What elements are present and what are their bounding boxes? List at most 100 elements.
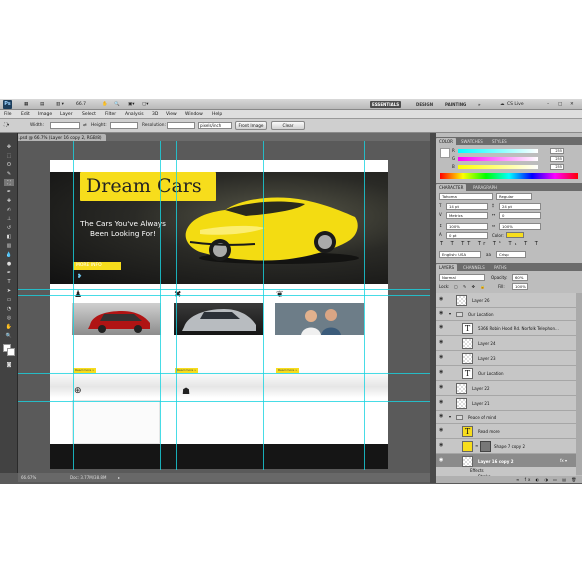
tab-channels[interactable]: CHANNELS [460, 264, 488, 271]
menu-view[interactable]: View [166, 111, 177, 118]
type-tool-icon[interactable]: T [4, 278, 14, 285]
antialias-select[interactable]: Crisp [496, 251, 526, 258]
visibility-eye-icon[interactable]: ◉ [439, 443, 445, 448]
kerning-field[interactable]: Metrics [446, 212, 488, 219]
fx-icon[interactable]: fx ▾ [560, 458, 567, 463]
visibility-eye-icon[interactable]: ◉ [439, 297, 445, 302]
path-select-tool-icon[interactable]: ➤ [4, 287, 14, 294]
brush-tool-icon[interactable]: ✍ [4, 206, 14, 213]
layer-row[interactable]: ◉ Layer 21 [436, 396, 576, 411]
dodge-tool-icon[interactable]: ● [4, 260, 14, 267]
minibridge-icon[interactable]: ▤ [40, 101, 44, 108]
font-size-field[interactable]: 14 pt [446, 203, 488, 210]
menu-analysis[interactable]: Analysis [125, 111, 144, 118]
group-disclosure-icon[interactable]: ▾ [449, 311, 451, 316]
blue-slider[interactable] [458, 165, 538, 169]
quick-select-tool-icon[interactable]: ✎ [4, 170, 14, 177]
menu-window[interactable]: Window [185, 111, 203, 118]
document-canvas[interactable]: Dream Cars The Cars You've Always Been L… [50, 160, 388, 469]
vertical-scale-field[interactable]: 100% [446, 223, 488, 230]
height-field[interactable] [110, 122, 138, 129]
menu-select[interactable]: Select [82, 111, 96, 118]
tab-swatches[interactable]: SWATCHES [458, 138, 486, 145]
extras-icon[interactable]: ▥ ▾ [56, 101, 64, 108]
workspace-essentials[interactable]: ESSENTIALS [370, 101, 402, 108]
menu-layer[interactable]: Layer [60, 111, 73, 118]
resolution-unit-select[interactable]: pixels/inch [198, 122, 232, 129]
eyedropper-tool-icon[interactable]: ✒ [4, 188, 14, 195]
quick-mask-icon[interactable]: ◙ [4, 361, 14, 368]
tab-paragraph[interactable]: PARAGRAPH [470, 184, 500, 191]
visibility-eye-icon[interactable]: ◉ [439, 355, 445, 360]
clear-button[interactable]: Clear [271, 121, 305, 130]
front-image-button[interactable]: Front Image [235, 121, 267, 130]
visibility-eye-icon[interactable]: ◉ [439, 311, 445, 316]
green-value[interactable]: 255 [550, 156, 564, 162]
layer-row[interactable]: ◉ Layer 22 [436, 381, 576, 396]
font-family-select[interactable]: Tahoma [439, 193, 493, 200]
bridge-icon[interactable]: ▦ [24, 101, 28, 108]
healing-tool-icon[interactable]: ✚ [4, 197, 14, 204]
red-value[interactable]: 255 [550, 148, 564, 154]
document-tab[interactable]: car-3.psd @ 66.7% (Layer 16 copy 2, RGB/… [4, 134, 106, 141]
layer-row[interactable]: ◉ Layer 26 [436, 293, 576, 308]
menu-edit[interactable]: Edit [21, 111, 30, 118]
cs-live-label[interactable]: CS Live [507, 101, 524, 108]
zoom-tool-icon[interactable]: 🔍 [4, 332, 14, 339]
tab-paths[interactable]: PATHS [491, 264, 510, 271]
visibility-eye-icon[interactable]: ◉ [439, 340, 445, 345]
menu-help[interactable]: Help [212, 111, 222, 118]
layer-group-row[interactable]: ◉ ▾ Peace of mind [436, 411, 576, 424]
layers-scrollbar[interactable] [576, 293, 582, 475]
visibility-eye-icon[interactable]: ◉ [439, 370, 445, 375]
blur-tool-icon[interactable]: 💧 [4, 251, 14, 258]
layer-row[interactable]: ◉ T Read more [436, 424, 576, 439]
tab-color[interactable]: COLOR [436, 138, 456, 145]
green-slider[interactable] [458, 157, 538, 161]
workspace-design[interactable]: DESIGN [414, 101, 435, 108]
width-field[interactable] [50, 122, 80, 129]
layer-row[interactable]: ◉ Layer 24 [436, 336, 576, 351]
text-style-buttons[interactable]: T T TT Tr T¹ T₁ T T [440, 241, 541, 247]
group-disclosure-icon[interactable]: ▾ [449, 414, 451, 419]
blue-value[interactable]: 255 [550, 164, 564, 170]
history-brush-icon[interactable]: ↺ [4, 224, 14, 231]
status-arrow-icon[interactable]: ▸ [118, 473, 120, 482]
hand-icon[interactable]: ✋ [102, 101, 108, 108]
arrange-icon[interactable]: ▣▾ [128, 101, 135, 108]
color-ramp[interactable] [440, 173, 578, 179]
opacity-field[interactable]: 60% [512, 274, 528, 281]
stamp-tool-icon[interactable]: ⊥ [4, 215, 14, 222]
maximize-icon[interactable]: □ [558, 101, 562, 108]
foreground-color-swatch[interactable] [440, 148, 450, 158]
workspace-more[interactable]: » [476, 101, 483, 108]
move-tool-icon[interactable]: ✥ [4, 143, 14, 150]
pen-tool-icon[interactable]: ✒ [4, 269, 14, 276]
visibility-eye-icon[interactable]: ◉ [439, 458, 445, 463]
minimize-icon[interactable]: – [547, 101, 549, 108]
marquee-tool-icon[interactable]: ⬚ [4, 152, 14, 159]
visibility-eye-icon[interactable]: ◉ [439, 325, 445, 330]
3d-orbit-tool-icon[interactable]: ◎ [4, 314, 14, 321]
font-style-select[interactable]: Regular [496, 193, 532, 200]
workspace-painting[interactable]: PAINTING [443, 101, 468, 108]
visibility-eye-icon[interactable]: ◉ [439, 414, 445, 419]
red-slider[interactable] [458, 149, 538, 153]
menu-3d[interactable]: 3D [152, 111, 158, 118]
crop-tool-icon[interactable]: ⛶ [4, 179, 14, 186]
tab-layers[interactable]: LAYERS [436, 264, 458, 271]
tab-styles[interactable]: STYLES [489, 138, 510, 145]
layer-group-row[interactable]: ◉ ▾ Our Location [436, 308, 576, 321]
swap-icon[interactable]: ⇄ [83, 123, 87, 128]
tab-character[interactable]: CHARACTER [436, 184, 467, 191]
layer-row[interactable]: ◉ T 5366 Robin Hood Rd. Norfolk Telephon… [436, 321, 576, 336]
crop-tool-icon[interactable]: ⛶▾ [4, 123, 9, 128]
zoom-icon[interactable]: 🔍 [114, 101, 120, 108]
visibility-eye-icon[interactable]: ◉ [439, 385, 445, 390]
gradient-tool-icon[interactable]: ▥ [4, 242, 14, 249]
hand-tool-icon[interactable]: ✋ [4, 323, 14, 330]
tracking-field[interactable]: 0 [499, 212, 541, 219]
blend-mode-select[interactable]: Normal [439, 274, 485, 281]
lasso-tool-icon[interactable]: ʘ [4, 161, 14, 168]
resolution-field[interactable] [167, 122, 195, 129]
